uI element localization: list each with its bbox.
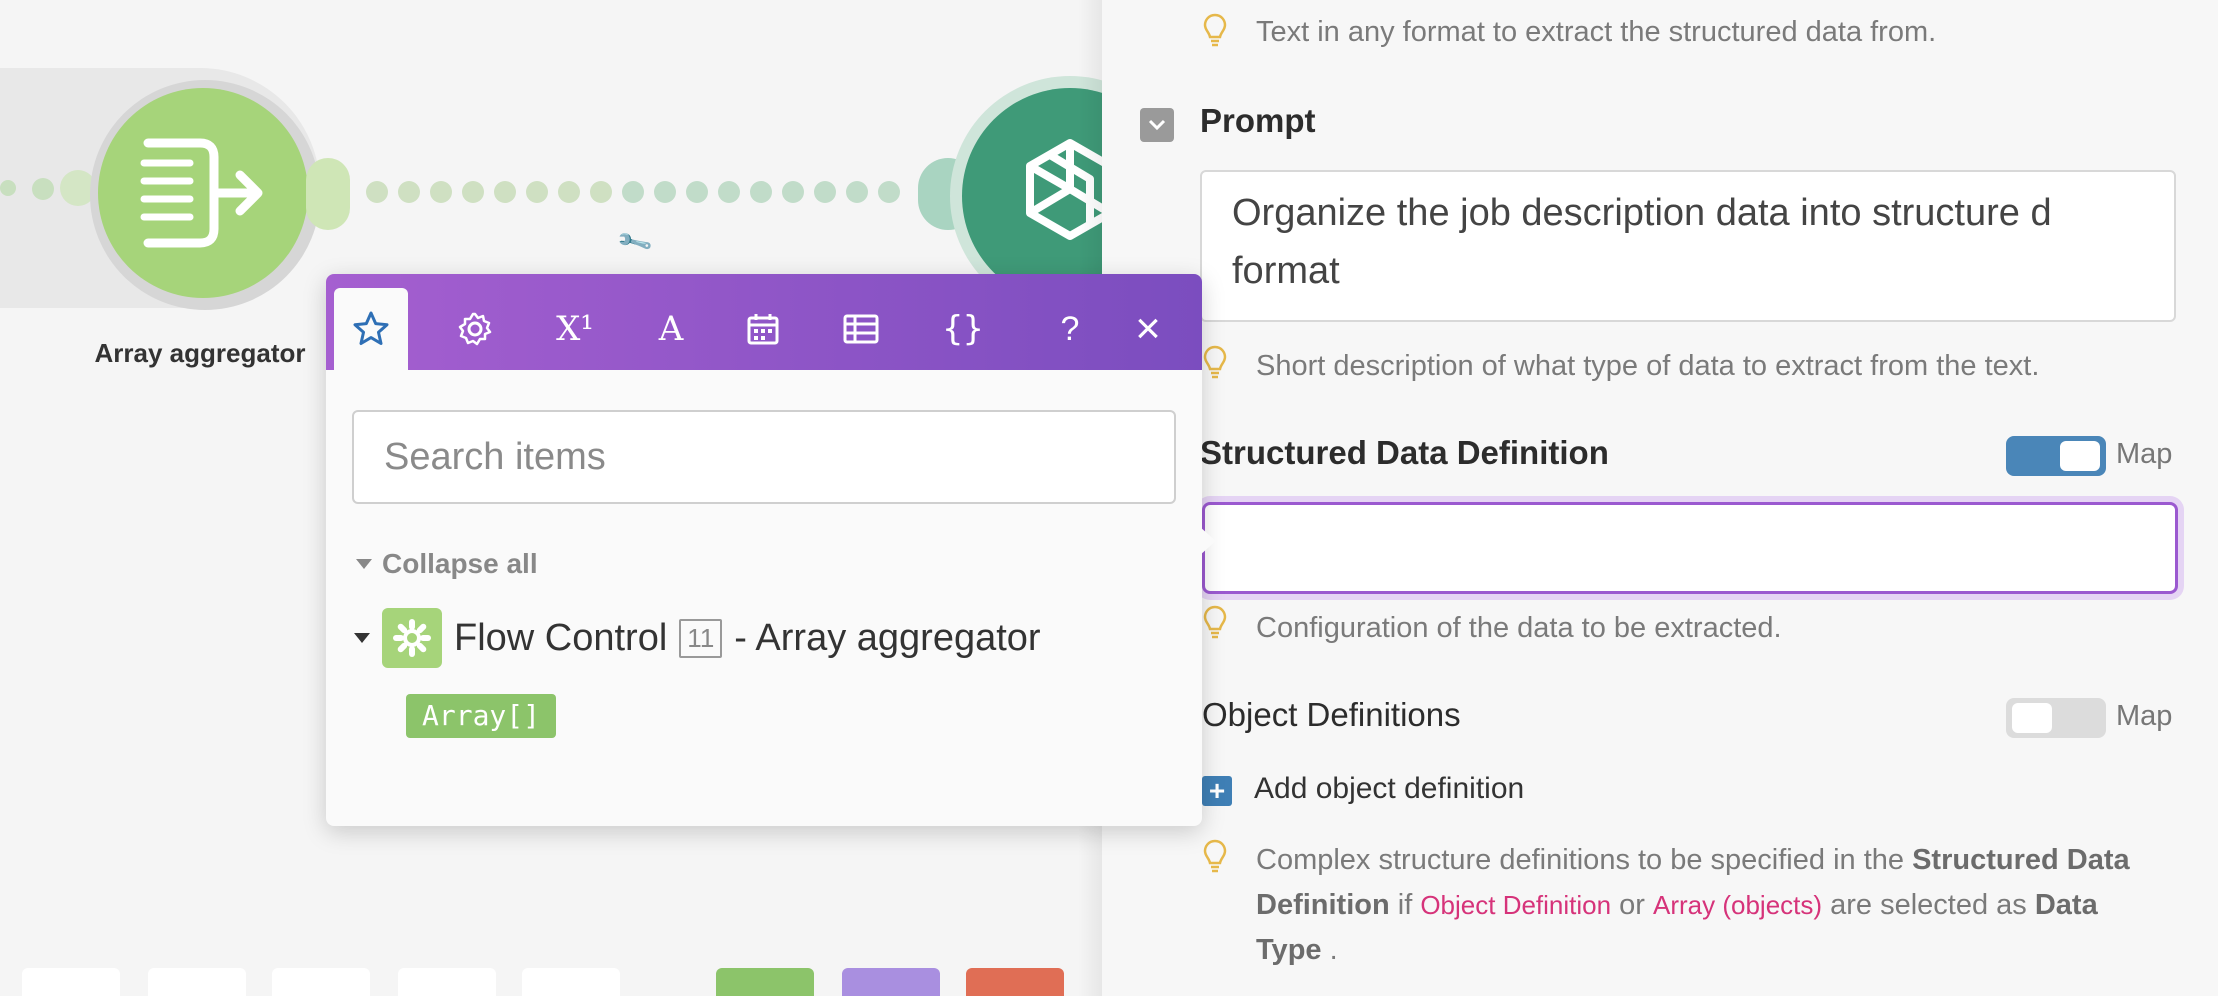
chevron-down-icon [1148,119,1166,131]
structured-data-definition-title: Structured Data Definition [1200,434,1609,471]
caret-down-icon [356,559,372,569]
gear-button[interactable] [716,968,814,996]
superscript-icon: X¹ [556,309,594,349]
mapping-panel-pointer [1200,527,1216,555]
route-dot [750,181,772,203]
module-number-badge: 11 [679,618,723,658]
add-object-definition-button[interactable]: + [1202,776,1232,806]
complex-structure-hint: Complex structure definitions to be spec… [1256,838,2156,973]
star-icon [353,311,389,345]
array-aggregator-module[interactable] [98,88,308,298]
lightbulb-icon [1203,839,1227,873]
bottom-toolbar-button[interactable] [398,968,496,996]
route-dot [654,181,676,203]
search-items-input[interactable] [352,410,1176,504]
hint-datatype: Object Definition [1420,890,1612,920]
collapse-all-label: Collapse all [382,548,538,579]
route-dot [590,181,612,203]
tab-general-functions[interactable] [438,288,512,370]
hint-text: . [1329,934,1338,966]
array-output-item[interactable]: Array[] [406,694,557,738]
hint-datatype: Array (objects) [1653,890,1823,920]
route-dot [622,181,644,203]
tab-json-functions[interactable]: {} [926,288,1000,370]
route-dot [782,181,804,203]
bottom-toolbar-button[interactable] [522,968,620,996]
sdd-hint: Configuration of the data to be extracte… [1256,612,1782,644]
route-dot [846,181,868,203]
help-button[interactable]: ? [1042,288,1098,370]
route-dot [558,181,580,203]
module-output-title: Flow Control 11 - Array aggregator [454,617,1041,660]
route-dot [814,181,836,203]
prompt-hint: Short description of what type of data t… [1256,350,2040,382]
close-icon: × [1135,304,1161,353]
route-dot [494,181,516,203]
flow-control-button[interactable] [966,968,1064,996]
tools-button[interactable] [842,968,940,996]
bottom-toolbar-button[interactable] [22,968,120,996]
lightbulb-icon [1203,13,1227,47]
aggregator-module-label: Array aggregator [94,338,306,368]
route-dot [686,181,708,203]
mapping-toolbar: X¹ A {} ? × [326,274,1202,370]
route-dot [526,181,548,203]
route-settings-wrench-icon[interactable]: 🔧 [615,222,655,262]
route-dot [462,181,484,203]
table-icon [843,314,879,344]
prompt-title: Prompt [1200,102,1316,139]
tab-date-functions[interactable] [726,288,800,370]
structured-data-definition-input[interactable] [1202,502,2178,594]
connector-dot [32,178,54,200]
lightbulb-icon [1203,605,1227,639]
hint-text: if [1397,889,1413,921]
aggregator-connector-handle[interactable] [306,158,350,230]
module-output-group[interactable]: Flow Control 11 - Array aggregator [354,608,1041,668]
toggle-knob [2060,441,2100,471]
route-dot [718,181,740,203]
module-name: Flow Control [454,616,668,659]
hint-text: or [1619,889,1645,921]
toggle-knob [2012,703,2052,733]
od-map-toggle[interactable] [2006,698,2106,738]
sdd-map-toggle[interactable] [2006,436,2106,476]
braces-icon: {} [942,309,984,349]
text-field-hint: Text in any format to extract the struct… [1256,16,1937,48]
module-type: - Array aggregator [734,616,1041,659]
connector-dot [0,180,16,196]
caret-down-icon [354,633,370,643]
tab-array-functions[interactable] [824,288,898,370]
text-icon: A [658,309,684,349]
calendar-icon [747,314,779,345]
help-icon: ? [1060,309,1080,348]
tab-favorites[interactable] [334,288,408,370]
hint-text: Complex structure definitions to be spec… [1256,844,1905,876]
gear-icon [393,619,431,657]
tab-text-functions[interactable]: A [634,288,708,370]
sdd-map-label: Map [2116,438,2173,470]
route-dot [366,181,388,203]
close-button[interactable]: × [1120,288,1176,370]
flow-control-gear-icon [382,608,442,668]
hint-text: are selected as [1830,889,2027,921]
prompt-collapse-toggle[interactable] [1140,108,1174,142]
tab-math-functions[interactable]: X¹ [538,288,612,370]
od-map-label: Map [2116,700,2173,732]
route-dot [430,181,452,203]
route-dot [878,181,900,203]
object-definitions-title: Object Definitions [1202,696,1461,733]
lightbulb-icon [1203,345,1227,379]
add-object-definition-label[interactable]: Add object definition [1254,772,1524,806]
gear-icon [458,312,492,346]
collapse-all-toggle[interactable]: Collapse all [356,548,538,580]
aggregator-icon [140,138,263,248]
prompt-input[interactable]: Organize the job description data into s… [1200,170,2176,322]
route-dot [398,181,420,203]
bottom-toolbar-button[interactable] [272,968,370,996]
bottom-toolbar-button[interactable] [148,968,246,996]
